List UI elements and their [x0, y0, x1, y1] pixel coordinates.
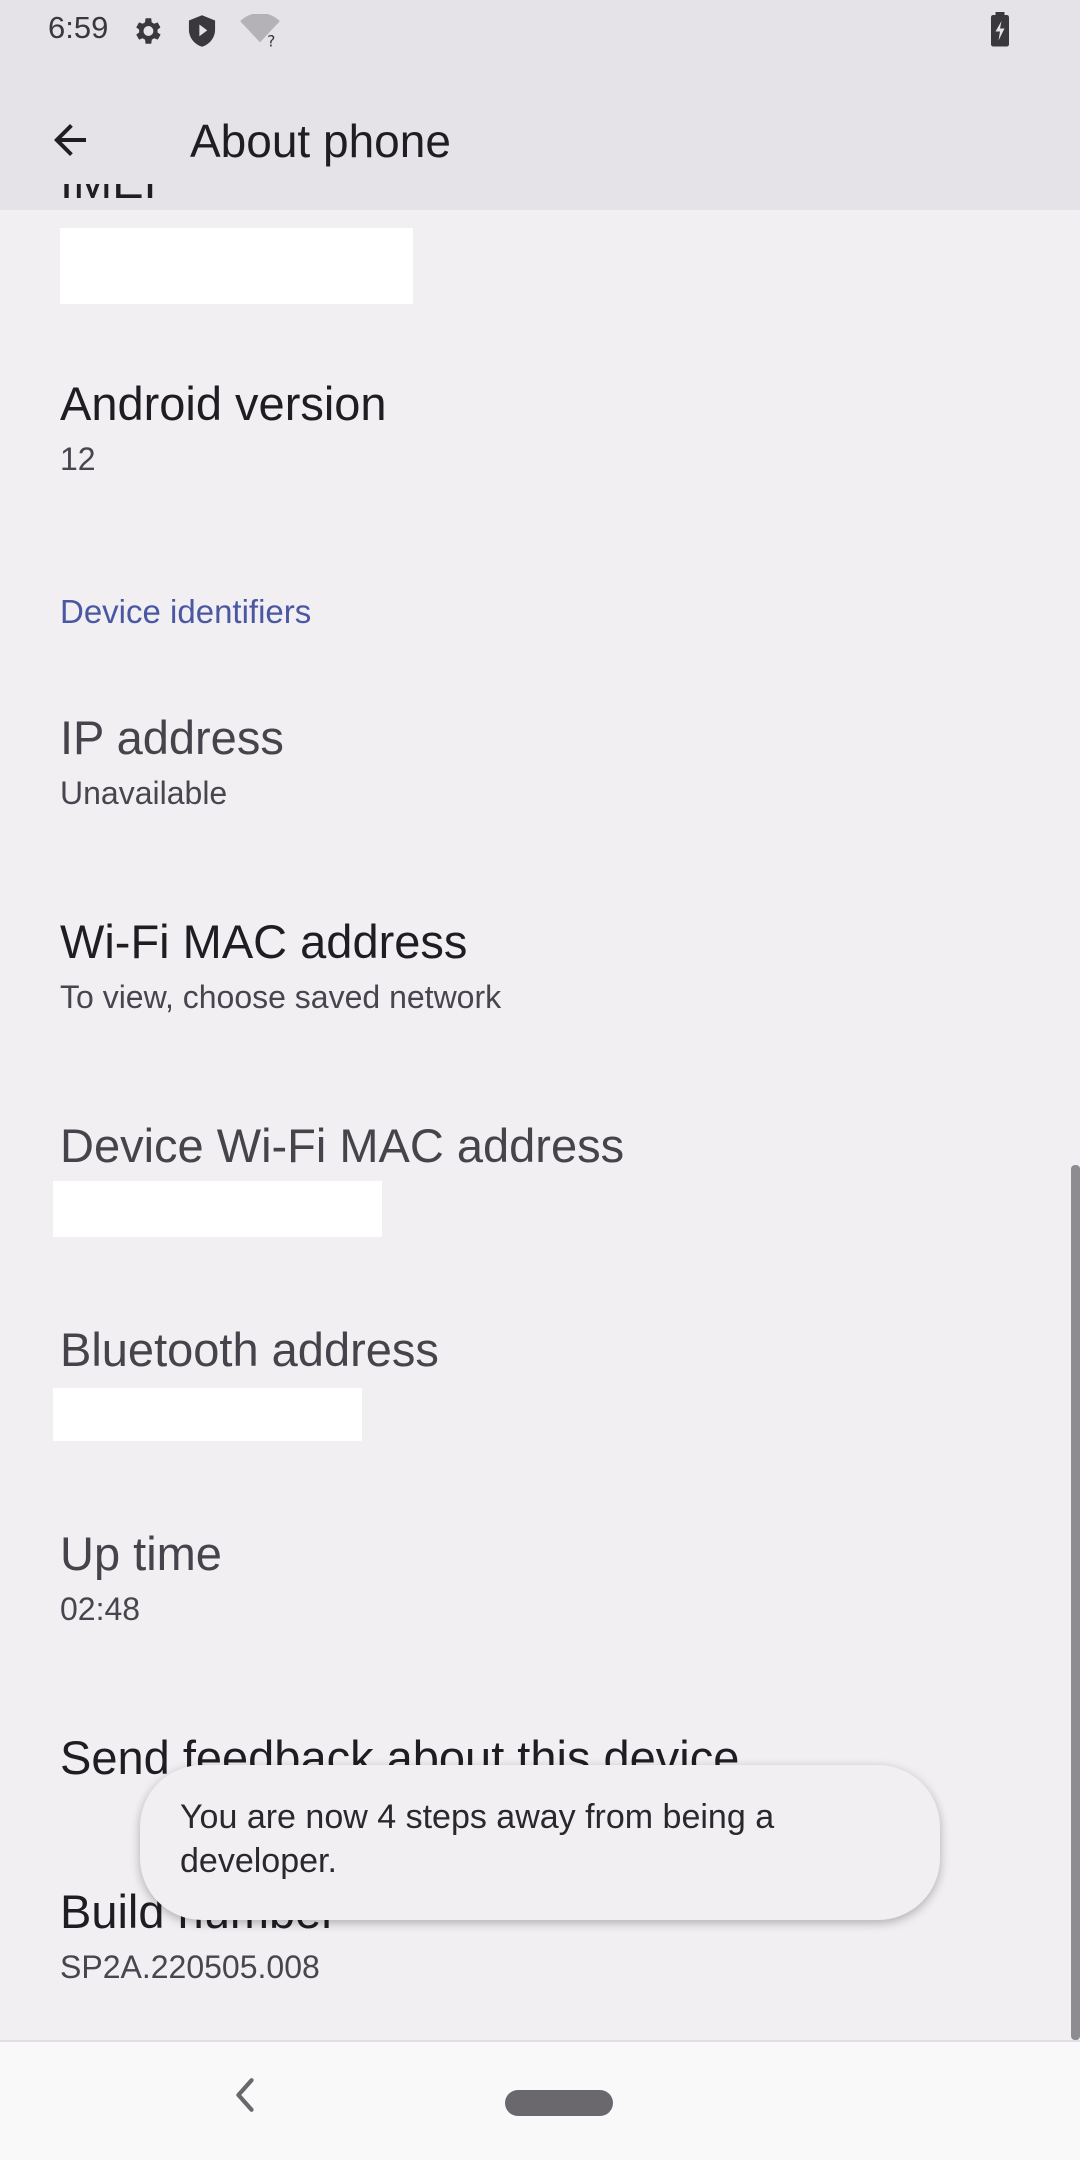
imei-value-redacted: [60, 228, 413, 304]
device-wifi-mac-item: Device Wi-Fi MAC address: [60, 1118, 624, 1174]
navigation-bar: [0, 2040, 1080, 2160]
up-time-title: Up time: [60, 1527, 222, 1580]
section-header-device-identifiers: Device identifiers: [60, 593, 312, 630]
about-phone-screen: 6:59 ? About phone IMEI Android: [0, 0, 1080, 2160]
scrollbar[interactable]: [1071, 1165, 1080, 2040]
app-bar: About phone: [0, 62, 1080, 210]
device-wifi-mac-value-redacted: [53, 1181, 382, 1237]
ip-address-title: IP address: [60, 711, 284, 764]
wifi-mac-summary: To view, choose saved network: [60, 979, 502, 1015]
wifi-mac-title: Wi-Fi MAC address: [60, 915, 468, 968]
android-version-title: Android version: [60, 377, 387, 430]
nav-back-icon: [232, 2077, 258, 2118]
imei-item[interactable]: IMEI: [60, 184, 157, 210]
up-time-summary: 02:48: [60, 1591, 141, 1627]
back-button[interactable]: [30, 102, 110, 182]
toast-text: You are now 4 steps away from being a de…: [180, 1798, 775, 1880]
shield-icon: [186, 14, 218, 53]
battery-charging-icon: [988, 12, 1012, 53]
nav-home-pill-icon[interactable]: [505, 2090, 613, 2116]
bluetooth-address-item: Bluetooth address: [60, 1322, 439, 1378]
status-bar: 6:59 ?: [0, 0, 1080, 62]
imei-title: IMEI: [60, 184, 157, 210]
ip-address-item: IP address Unavailable: [60, 710, 284, 814]
android-version-item[interactable]: Android version 12: [60, 376, 387, 480]
up-time-item: Up time 02:48: [60, 1526, 222, 1630]
ip-address-summary: Unavailable: [60, 775, 228, 811]
developer-steps-toast: You are now 4 steps away from being a de…: [140, 1765, 940, 1920]
page-title: About phone: [190, 115, 451, 167]
status-time: 6:59: [48, 10, 109, 45]
arrow-back-icon: [46, 116, 94, 169]
device-wifi-mac-title: Device Wi-Fi MAC address: [60, 1119, 625, 1172]
build-number-summary: SP2A.220505.008: [60, 1949, 320, 1985]
settings-gear-icon: [130, 14, 164, 53]
bluetooth-address-title: Bluetooth address: [60, 1323, 439, 1376]
android-version-summary: 12: [60, 441, 96, 477]
bluetooth-address-value-redacted: [53, 1388, 362, 1441]
nav-back-button[interactable]: [220, 2072, 270, 2122]
wifi-unknown-icon: ?: [238, 12, 282, 53]
wifi-mac-item[interactable]: Wi-Fi MAC address To view, choose saved …: [60, 914, 501, 1018]
svg-text:?: ?: [267, 33, 275, 48]
